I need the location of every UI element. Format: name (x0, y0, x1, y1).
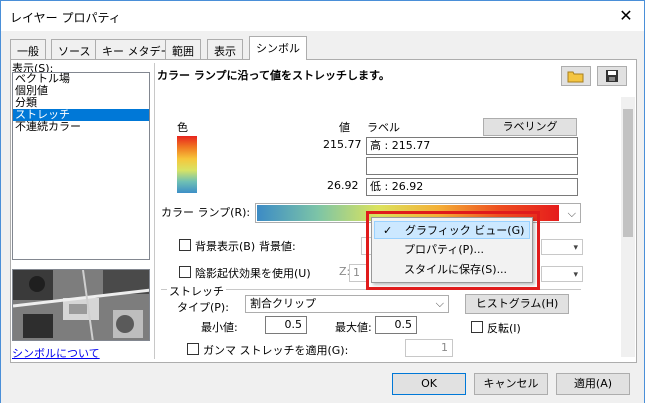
stretch-type-dropdown[interactable]: 割合クリップ ⌵ (245, 295, 449, 313)
gamma-label: ガンマ ストレッチを適用(G): (203, 344, 349, 357)
scrollbar-thumb[interactable] (623, 109, 633, 237)
low-label-field[interactable]: 低 : 26.92 (366, 178, 578, 196)
apply-button[interactable]: 適用(A) (556, 373, 630, 395)
color-column-label: 色 (177, 121, 188, 134)
color-ramp-label: カラー ランプ(R): (161, 206, 251, 219)
chevron-down-icon: ▾ (573, 270, 578, 280)
renderer-preview-image (12, 269, 150, 341)
layer-properties-dialog: レイヤー プロパティ ✕ 一般 ソース キー メタデータ 範囲 表示 シンボル … (0, 0, 645, 403)
window-title: レイヤー プロパティ (10, 11, 121, 25)
background-value-label: 背景値: (259, 240, 296, 253)
low-value: 26.92 (327, 179, 359, 192)
background-color-dropdown[interactable]: ▾ (541, 239, 583, 255)
label-column-label: ラベル (367, 121, 400, 134)
hillshade-checkbox[interactable] (179, 266, 191, 278)
cancel-button[interactable]: キャンセル (474, 373, 548, 395)
ok-button[interactable]: OK (392, 373, 466, 395)
renderer-description: カラー ランプに沿って値をストレッチします。 (157, 69, 390, 82)
background-label: 背景表示(B) (195, 240, 256, 253)
max-label: 最大値: (335, 321, 372, 334)
chevron-down-icon: ⌵ (567, 207, 576, 220)
renderer-list[interactable]: ベクトル場 個別値 分類 ストレッチ 不連続カラー (12, 72, 150, 260)
gamma-value-field[interactable]: 1 (405, 339, 453, 357)
tab-extent[interactable]: 範囲 (165, 39, 201, 59)
folder-icon (567, 71, 584, 83)
gamma-checkbox[interactable] (187, 343, 199, 355)
high-label-field[interactable]: 高 : 215.77 (366, 137, 578, 155)
tab-source[interactable]: ソース (51, 39, 98, 59)
type-label: タイプ(P): (177, 301, 229, 314)
save-button[interactable] (597, 66, 627, 86)
histogram-button[interactable]: ヒストグラム(H) (465, 294, 569, 314)
value-column-label: 値 (339, 121, 350, 134)
background-checkbox[interactable] (179, 239, 191, 251)
max-value-field[interactable]: 0.5 (375, 316, 417, 334)
chevron-down-icon: ▾ (573, 243, 578, 253)
chevron-down-icon: ⌵ (435, 297, 444, 310)
list-item-discrete-color[interactable]: 不連続カラー (13, 121, 149, 133)
hillshade-label: 陰影起伏効果を使用(U) (195, 267, 311, 280)
aerial-photo-icon (13, 270, 149, 340)
high-value: 215.77 (323, 138, 362, 151)
about-symbology-link[interactable]: シンボルについて (12, 345, 100, 361)
invert-checkbox[interactable] (471, 321, 483, 333)
mid-label-field[interactable] (366, 157, 578, 175)
tab-symbology[interactable]: シンボル (249, 36, 307, 60)
highlight-annotation-box (366, 211, 540, 290)
stretch-group-label: ストレッチ (167, 283, 226, 299)
tab-display[interactable]: 表示 (207, 39, 243, 59)
color-ramp-legend (177, 136, 197, 193)
open-folder-button[interactable] (561, 66, 591, 86)
close-icon[interactable]: ✕ (613, 5, 639, 27)
min-value-field[interactable]: 0.5 (265, 316, 307, 334)
tab-general[interactable]: 一般 (10, 39, 46, 59)
labeling-button[interactable]: ラベリング (483, 118, 577, 136)
nodata-color-dropdown[interactable]: ▾ (541, 266, 583, 282)
stretch-type-value: 割合クリップ (250, 297, 316, 310)
floppy-disk-icon (606, 70, 618, 82)
min-label: 最小値: (201, 321, 238, 334)
invert-label: 反転(I) (487, 322, 521, 335)
